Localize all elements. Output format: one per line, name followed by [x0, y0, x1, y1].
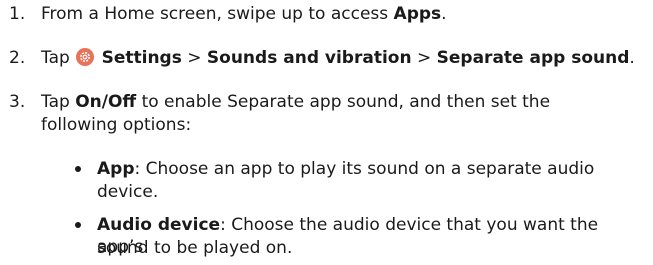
bullet-text-line-2: device. — [97, 182, 159, 202]
step-text-line-1: Tap On/Off to enable Separate app sound,… — [41, 92, 551, 112]
bullet-text-line-1: App: Choose an app to play its sound on … — [97, 159, 595, 179]
step-number: 3. — [9, 92, 26, 112]
step-text: From a Home screen, swipe up to access A… — [41, 4, 447, 24]
on-off-label: On/Off — [75, 92, 137, 112]
bullet-label: App — [97, 159, 135, 179]
separate-app-sound-label: Separate app sound — [436, 48, 630, 68]
bullet-dot — [75, 166, 81, 172]
settings-label: Settings — [101, 48, 182, 68]
bullet-dot — [75, 222, 81, 228]
step-number: 1. — [9, 4, 26, 24]
settings-gear-icon — [76, 48, 95, 66]
apps-label: Apps — [393, 4, 442, 24]
bullet-text-line-2: sound to be played on. — [97, 238, 293, 258]
step-number: 2. — [9, 48, 26, 68]
step-text-line-2: following options: — [41, 115, 192, 135]
sounds-label: Sounds and vibration — [206, 48, 412, 68]
bullet-label: Audio device — [97, 215, 221, 235]
step-text: Tap Settings > Sounds and vibration > Se… — [41, 48, 635, 68]
